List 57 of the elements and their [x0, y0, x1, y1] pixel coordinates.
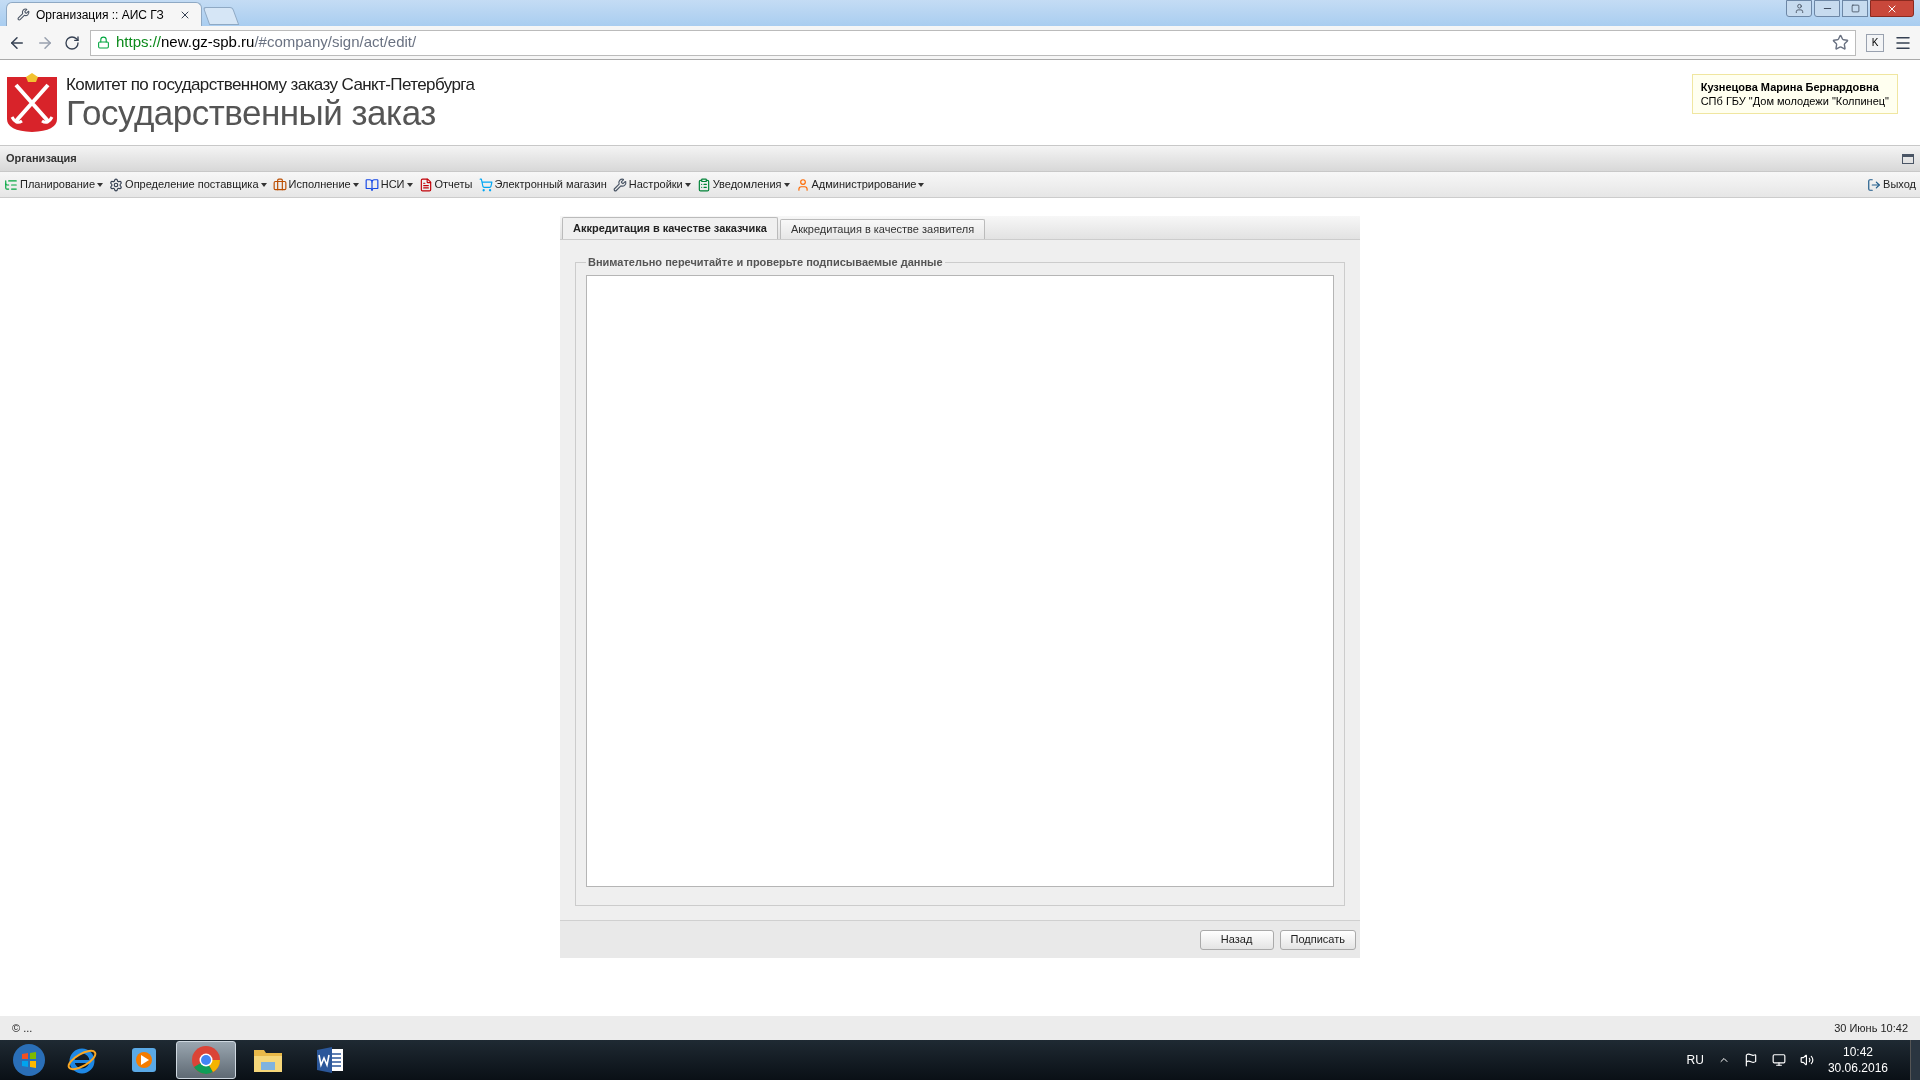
tab[interactable]: Аккредитация в качестве заказчика: [562, 217, 778, 239]
profile-button[interactable]: [1786, 0, 1812, 17]
site-title: Государственный заказ: [66, 94, 436, 131]
extension-button[interactable]: K: [1866, 33, 1884, 52]
list-tree-icon: [4, 177, 18, 192]
lock-icon: [97, 36, 110, 49]
wrench-icon: [17, 8, 30, 21]
reload-icon[interactable]: [64, 34, 80, 51]
menu-item[interactable]: Администрирование: [795, 176, 925, 193]
chrome-icon[interactable]: [191, 1045, 221, 1075]
restore-icon: [1850, 4, 1860, 13]
flag-icon[interactable]: [1743, 1053, 1758, 1067]
menu-item[interactable]: Исполнение: [272, 176, 359, 193]
section-title: Организация: [6, 151, 77, 167]
menu-item[interactable]: НСИ: [364, 176, 413, 193]
star-icon[interactable]: [1832, 34, 1849, 51]
clipboard-icon: [696, 177, 711, 192]
word-icon[interactable]: [315, 1045, 345, 1075]
wrench-icon: [612, 177, 627, 192]
menu-item[interactable]: Уведомления: [696, 176, 790, 193]
status-datetime: 30 Июнь 10:42: [1834, 1020, 1908, 1036]
browser-tab[interactable]: Организация :: АИС ГЗ: [6, 2, 202, 26]
emblem-icon: [6, 72, 58, 133]
language-indicator[interactable]: RU: [1686, 1051, 1704, 1069]
user-name: Кузнецова Марина Бернардовна: [1700, 80, 1880, 94]
committee-subtitle: Комитет по государственному заказу Санкт-Петербурга: [66, 74, 475, 95]
collapse-button[interactable]: [1902, 153, 1914, 164]
user-icon: [1793, 3, 1805, 14]
status-text: © ...: [12, 1020, 33, 1036]
document-icon: [418, 177, 433, 192]
back-button[interactable]: Назад: [1199, 929, 1274, 950]
menu-item[interactable]: Электронный магазин: [478, 176, 607, 193]
network-icon[interactable]: [1771, 1053, 1786, 1067]
menu-item[interactable]: Отчеты: [418, 176, 473, 193]
minimize-button[interactable]: [1814, 0, 1840, 17]
user-icon: [795, 177, 810, 192]
menu-item[interactable]: Планирование: [4, 176, 104, 193]
media-player-icon[interactable]: [130, 1046, 158, 1074]
start-orb-icon[interactable]: [12, 1043, 46, 1077]
logout-link[interactable]: Выход: [1867, 176, 1916, 193]
clock[interactable]: 10:42 30.06.2016: [1827, 1044, 1888, 1076]
user-organization: СПб ГБУ "Дом молодежи "Колпинец": [1700, 94, 1889, 108]
book-icon: [364, 177, 379, 192]
fieldset-legend: Внимательно перечитайте и проверьте подписываемые данные: [586, 254, 945, 271]
briefcase-icon: [272, 177, 287, 192]
url-text: https://new.gz-spb.ru/#company/sign/act/edit/: [116, 32, 417, 53]
sign-button[interactable]: Подписать: [1279, 929, 1356, 950]
menu-item[interactable]: Определение поставщика: [109, 176, 267, 193]
logout-icon: [1867, 177, 1882, 192]
volume-icon[interactable]: [1799, 1053, 1814, 1067]
cart-icon: [478, 177, 493, 192]
address-bar[interactable]: https://new.gz-spb.ru/#company/sign/act/edit/: [90, 29, 1856, 56]
restore-button[interactable]: [1842, 0, 1868, 17]
tab[interactable]: Аккредитация в качестве заявителя: [779, 219, 986, 239]
gear-icon: [109, 177, 124, 192]
menu-item[interactable]: Настройки: [612, 176, 691, 193]
close-window-button[interactable]: [1870, 0, 1914, 17]
